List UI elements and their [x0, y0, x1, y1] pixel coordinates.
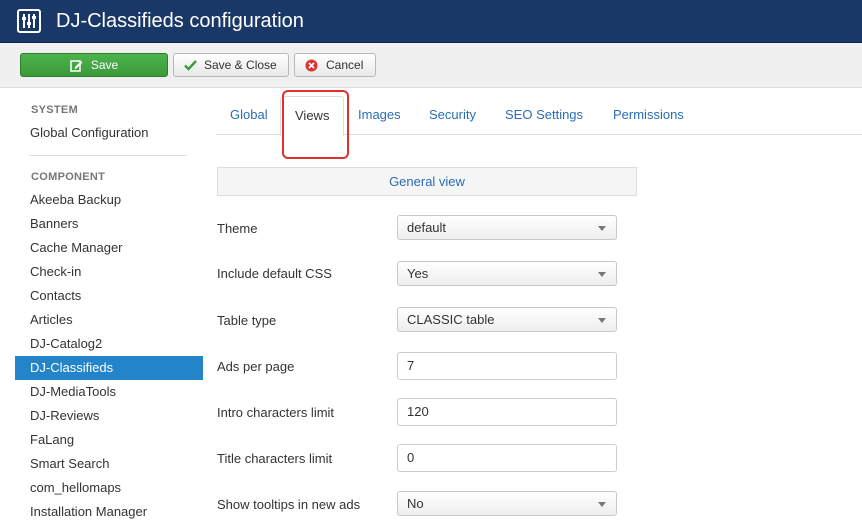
sidebar-heading-component: COMPONENT	[31, 171, 106, 183]
save-label: Save	[90, 58, 119, 72]
sidebar-item-com-hellomaps[interactable]: com_hellomaps	[15, 476, 203, 500]
tooltips-select[interactable]: No	[397, 491, 617, 516]
sidebar-item-installation-manager[interactable]: Installation Manager	[15, 500, 203, 522]
sidebar-item-check-in[interactable]: Check-in	[15, 260, 203, 284]
cancel-icon	[305, 59, 318, 72]
tooltips-value: No	[407, 496, 424, 511]
save-close-label: Save & Close	[204, 58, 277, 72]
sidebar-item-dj-classifieds[interactable]: DJ-Classifieds	[15, 356, 203, 380]
sidebar-item-contacts[interactable]: Contacts	[15, 284, 203, 308]
intro-limit-input[interactable]: 120	[397, 398, 617, 426]
sidebar-item-cache-manager[interactable]: Cache Manager	[15, 236, 203, 260]
sidebar-item-banners[interactable]: Banners	[15, 212, 203, 236]
tab-global[interactable]: Global	[216, 96, 282, 135]
theme-label: Theme	[217, 221, 258, 236]
caret-down-icon	[598, 226, 606, 231]
cancel-label: Cancel	[326, 58, 364, 72]
sidebar-item-articles[interactable]: Articles	[15, 308, 203, 332]
toolbar: Save Save & Close Cancel	[0, 43, 862, 88]
sidebar-item-falang[interactable]: FaLang	[15, 428, 203, 452]
table-type-label: Table type	[217, 313, 277, 328]
page-title: DJ-Classifieds configuration	[56, 10, 304, 32]
caret-down-icon	[598, 318, 606, 323]
include-css-select[interactable]: Yes	[397, 261, 617, 286]
tab-permissions[interactable]: Permissions	[599, 96, 698, 135]
edit-icon	[70, 59, 83, 72]
equalizer-icon	[17, 9, 41, 33]
tab-images[interactable]: Images	[344, 96, 415, 135]
tab-security[interactable]: Security	[415, 96, 490, 135]
ads-per-page-label: Ads per page	[217, 359, 295, 374]
save-button[interactable]: Save	[20, 53, 168, 77]
sidebar-item-smart-search[interactable]: Smart Search	[15, 452, 203, 476]
tab-seo-settings[interactable]: SEO Settings	[491, 96, 597, 135]
title-limit-input[interactable]: 0	[397, 444, 617, 472]
caret-down-icon	[598, 272, 606, 277]
sidebar-item-dj-reviews[interactable]: DJ-Reviews	[15, 404, 203, 428]
cancel-button[interactable]: Cancel	[294, 53, 376, 77]
caret-down-icon	[598, 502, 606, 507]
checkmark-icon	[184, 59, 197, 71]
title-limit-label: Title characters limit	[217, 451, 333, 466]
table-type-value: CLASSIC table	[407, 312, 495, 327]
sidebar-divider	[30, 155, 186, 156]
intro-limit-label: Intro characters limit	[217, 405, 335, 420]
sidebar-item-akeeba-backup[interactable]: Akeeba Backup	[15, 188, 203, 212]
views-tab-highlight	[282, 90, 349, 159]
ads-per-page-input[interactable]: 7	[397, 352, 617, 380]
tooltips-label: Show tooltips in new ads	[217, 497, 361, 512]
sidebar-item-global-configuration[interactable]: Global Configuration	[15, 121, 203, 145]
include-css-label: Include default CSS	[217, 266, 332, 281]
include-css-value: Yes	[407, 266, 429, 281]
table-type-select[interactable]: CLASSIC table	[397, 307, 617, 332]
sidebar-heading-system: SYSTEM	[31, 104, 79, 116]
save-close-button[interactable]: Save & Close	[173, 53, 289, 77]
page-header: DJ-Classifieds configuration	[0, 0, 862, 43]
theme-select[interactable]: default	[397, 215, 617, 240]
theme-value: default	[407, 220, 447, 235]
sidebar-item-dj-catalog2[interactable]: DJ-Catalog2	[15, 332, 203, 356]
section-title: General view	[217, 167, 637, 196]
sidebar-item-dj-mediatools[interactable]: DJ-MediaTools	[15, 380, 203, 404]
